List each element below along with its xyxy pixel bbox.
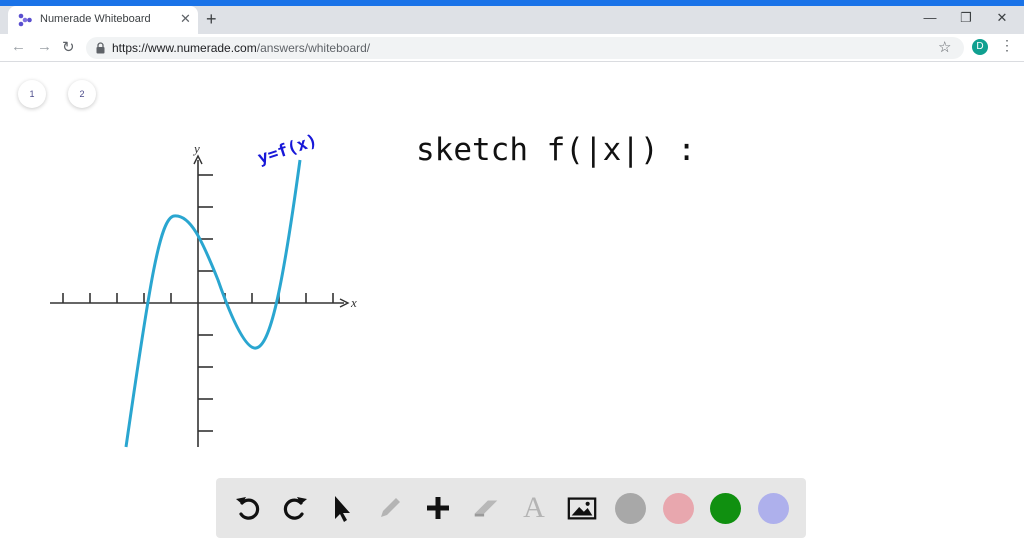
- url-path: /answers/whiteboard/: [256, 41, 371, 55]
- back-icon[interactable]: ←: [11, 38, 26, 55]
- address-bar[interactable]: https://www.numerade.com/answers/whitebo…: [86, 37, 964, 59]
- url-host: https://www.numerade.com: [112, 41, 257, 55]
- image-icon: [567, 497, 597, 520]
- tab-close-icon[interactable]: ✕: [180, 11, 191, 27]
- pen-tool[interactable]: [374, 492, 406, 524]
- whiteboard-canvas[interactable]: x y y=f(x) sketch f(|x|) :: [0, 62, 1024, 548]
- whiteboard-toolbar: A: [216, 478, 806, 538]
- add-icon: [427, 497, 449, 519]
- close-window-button[interactable]: ✕: [992, 10, 1012, 26]
- tab-bar: Numerade Whiteboard ✕ + — ❐ ✕: [0, 6, 1024, 34]
- profile-avatar[interactable]: D: [972, 39, 988, 55]
- numerade-logo-icon: [18, 13, 32, 27]
- add-button[interactable]: [422, 492, 454, 524]
- function-graph: x y y=f(x): [50, 131, 357, 448]
- tab-title: Numerade Whiteboard: [40, 13, 151, 25]
- color-swatch-gray[interactable]: [615, 493, 646, 524]
- pen-icon: [381, 498, 400, 517]
- handwritten-prompt: sketch f(|x|) :: [416, 132, 696, 168]
- forward-icon[interactable]: →: [37, 38, 52, 55]
- select-icon: [335, 496, 350, 522]
- redo-icon: [283, 497, 307, 520]
- reload-icon[interactable]: ↻: [62, 38, 75, 56]
- color-swatch-green[interactable]: [710, 493, 741, 524]
- text-tool[interactable]: A: [518, 491, 550, 524]
- color-swatch-pink[interactable]: [663, 493, 694, 524]
- color-swatch-lavender[interactable]: [758, 493, 789, 524]
- select-tool[interactable]: [326, 492, 358, 524]
- bookmark-star-icon[interactable]: ☆: [938, 38, 951, 56]
- lock-icon: [96, 42, 105, 54]
- eraser-icon: [474, 500, 498, 517]
- undo-icon: [236, 497, 260, 520]
- eraser-tool[interactable]: [470, 492, 502, 524]
- url-text: https://www.numerade.com/answers/whitebo…: [112, 41, 370, 55]
- y-axis-label: y: [192, 141, 200, 156]
- browser-tab[interactable]: Numerade Whiteboard ✕: [8, 6, 198, 34]
- new-tab-button[interactable]: +: [206, 9, 217, 30]
- undo-button[interactable]: [232, 492, 264, 524]
- minimize-button[interactable]: —: [920, 10, 940, 25]
- x-axis-label: x: [350, 295, 357, 310]
- browser-menu-icon[interactable]: ⋮: [1000, 37, 1014, 54]
- image-tool[interactable]: [566, 492, 598, 524]
- browser-toolbar: ← → ↻ https://www.numerade.com/answers/w…: [0, 34, 1024, 62]
- curve-label: y=f(x): [255, 131, 320, 169]
- restore-button[interactable]: ❐: [956, 10, 976, 26]
- redo-button[interactable]: [279, 492, 311, 524]
